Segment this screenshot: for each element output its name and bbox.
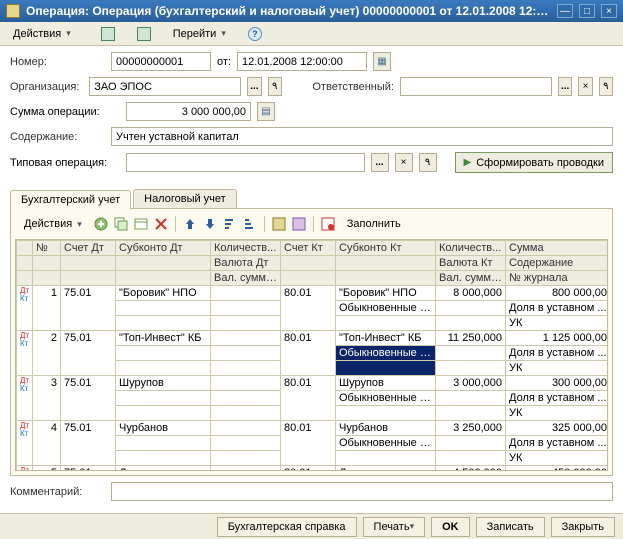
help-icon: ?	[248, 27, 262, 41]
arrow-right-icon	[137, 27, 151, 41]
dtikt-icon: ДтКт	[20, 332, 29, 348]
sum-input[interactable]	[126, 102, 251, 121]
col-jrn[interactable]: № журнала	[506, 271, 609, 286]
prev-button[interactable]	[94, 24, 122, 44]
edit-row-icon[interactable]	[133, 216, 149, 232]
table-row[interactable]: ДтКт475.01Чурбанов80.01Чурбанов3 250,000…	[17, 421, 609, 436]
resp-label: Ответственный:	[312, 81, 394, 93]
save-button[interactable]: Записать	[476, 517, 545, 537]
col-sdt[interactable]: Счет Дт	[61, 241, 116, 256]
goto-menu[interactable]: Перейти	[166, 25, 233, 43]
comment-area: Комментарий:	[0, 476, 623, 513]
window-title: Операция: Операция (бухгалтерский и нало…	[26, 4, 551, 18]
accounting-panel: Действия Заполнить № Счет Дт Субконто Дт	[10, 208, 613, 476]
org-select-button[interactable]: ...	[247, 77, 261, 96]
dtikt-icon: ДтКт	[20, 377, 29, 393]
add-copy-icon[interactable]	[113, 216, 129, 232]
col-valsumkt[interactable]: Вал. сумма...	[436, 271, 506, 286]
resp-open-button[interactable]: ۹	[599, 77, 613, 96]
sort-asc-icon[interactable]	[222, 216, 238, 232]
responsible-input[interactable]	[400, 77, 552, 96]
bottom-bar: Бухгалтерская справка Печать OK Записать…	[0, 513, 623, 539]
main-toolbar: Действия Перейти ?	[0, 22, 623, 46]
close-button[interactable]: ×	[601, 4, 617, 18]
accounting-ref-button[interactable]: Бухгалтерская справка	[217, 517, 357, 537]
resp-clear-button[interactable]: ×	[578, 77, 592, 96]
col-cont[interactable]: Содержание	[506, 256, 609, 271]
table-row[interactable]: ДтКт375.01Шурупов80.01Шурупов3 000,00030…	[17, 376, 609, 391]
form-postings-button[interactable]: Сформировать проводки	[455, 152, 613, 173]
sort-desc-icon[interactable]	[242, 216, 258, 232]
date-input[interactable]	[237, 52, 367, 71]
col-qtykt[interactable]: Количеств...	[436, 241, 506, 256]
col-valsumdt[interactable]: Вал. сумма...	[211, 271, 281, 286]
typop-input[interactable]	[126, 153, 365, 172]
org-label: Организация:	[10, 81, 83, 93]
tab-tax[interactable]: Налоговый учет	[133, 189, 237, 208]
comment-label: Комментарий:	[10, 486, 105, 498]
resp-select-button[interactable]: ...	[558, 77, 572, 96]
form-postings-label: Сформировать проводки	[476, 157, 604, 169]
dtikt-icon: ДтКт	[20, 287, 29, 303]
table-row[interactable]: ДтКт275.01"Топ-Инвест" КБ80.01"Топ-Инвес…	[17, 331, 609, 346]
next-button[interactable]	[130, 24, 158, 44]
typop-open-button[interactable]: ۹	[419, 153, 437, 172]
content-label: Содержание:	[10, 131, 105, 143]
tab-accounting[interactable]: Бухгалтерский учет	[10, 190, 131, 209]
grid-toolbar: Действия Заполнить	[15, 213, 608, 239]
maximize-button[interactable]: □	[579, 4, 595, 18]
actions-menu[interactable]: Действия	[6, 25, 78, 43]
col-valdt[interactable]: Валюта Дт	[211, 256, 281, 271]
number-label: Номер:	[10, 56, 105, 68]
typop-label: Типовая операция:	[10, 157, 120, 169]
move-down-icon[interactable]	[202, 216, 218, 232]
add-row-icon[interactable]	[93, 216, 109, 232]
grid-scroll[interactable]: № Счет Дт Субконто Дт Количеств... Счет …	[15, 239, 608, 471]
table-row[interactable]: ДтКт175.01"Боровик" НПО80.01"Боровик" НП…	[17, 286, 609, 301]
number-input[interactable]	[111, 52, 211, 71]
calendar-button[interactable]	[373, 52, 391, 71]
help-button[interactable]: ?	[241, 24, 269, 44]
print-button[interactable]: Печать	[363, 517, 426, 537]
col-skt[interactable]: Счет Кт	[281, 241, 336, 256]
tabs: Бухгалтерский учет Налоговый учет	[10, 189, 613, 208]
minimize-button[interactable]: —	[557, 4, 573, 18]
col-subdt[interactable]: Субконто Дт	[116, 241, 211, 256]
dtikt-icon: ДтКт	[20, 467, 29, 471]
form-area: Номер: от: Организация: ... ۹ Ответствен…	[0, 46, 623, 185]
dtikt-icon: ДтКт	[20, 422, 29, 438]
sum-label: Сумма операции:	[10, 106, 120, 118]
typop-clear-button[interactable]: ×	[395, 153, 413, 172]
from-label: от:	[217, 56, 231, 68]
titlebar: Операция: Операция (бухгалтерский и нало…	[0, 0, 623, 22]
ok-button[interactable]: OK	[431, 517, 470, 537]
entries-grid: № Счет Дт Субконто Дт Количеств... Счет …	[16, 240, 608, 471]
tool-b-icon[interactable]	[291, 216, 307, 232]
fill-button[interactable]: Заполнить	[340, 215, 408, 233]
grid-actions-menu[interactable]: Действия	[17, 215, 89, 233]
col-marker[interactable]	[17, 241, 33, 256]
col-valkt[interactable]: Валюта Кт	[436, 256, 506, 271]
col-subkt[interactable]: Субконто Кт	[336, 241, 436, 256]
delete-row-icon[interactable]	[153, 216, 169, 232]
col-sum[interactable]: Сумма	[506, 241, 609, 256]
table-row[interactable]: ДтКт575.01Доскин80.01Доскин4 500,000450 …	[17, 466, 609, 472]
fill-icon[interactable]	[320, 216, 336, 232]
col-n[interactable]: №	[33, 241, 61, 256]
calculator-button[interactable]	[257, 102, 275, 121]
close-form-button[interactable]: Закрыть	[551, 517, 615, 537]
move-up-icon[interactable]	[182, 216, 198, 232]
org-input[interactable]	[89, 77, 241, 96]
typop-select-button[interactable]: ...	[371, 153, 389, 172]
app-icon	[6, 4, 20, 18]
tool-a-icon[interactable]	[271, 216, 287, 232]
org-open-button[interactable]: ۹	[268, 77, 282, 96]
arrow-left-icon	[101, 27, 115, 41]
content-input[interactable]	[111, 127, 613, 146]
comment-input[interactable]	[111, 482, 613, 501]
col-qtydt[interactable]: Количеств...	[211, 241, 281, 256]
